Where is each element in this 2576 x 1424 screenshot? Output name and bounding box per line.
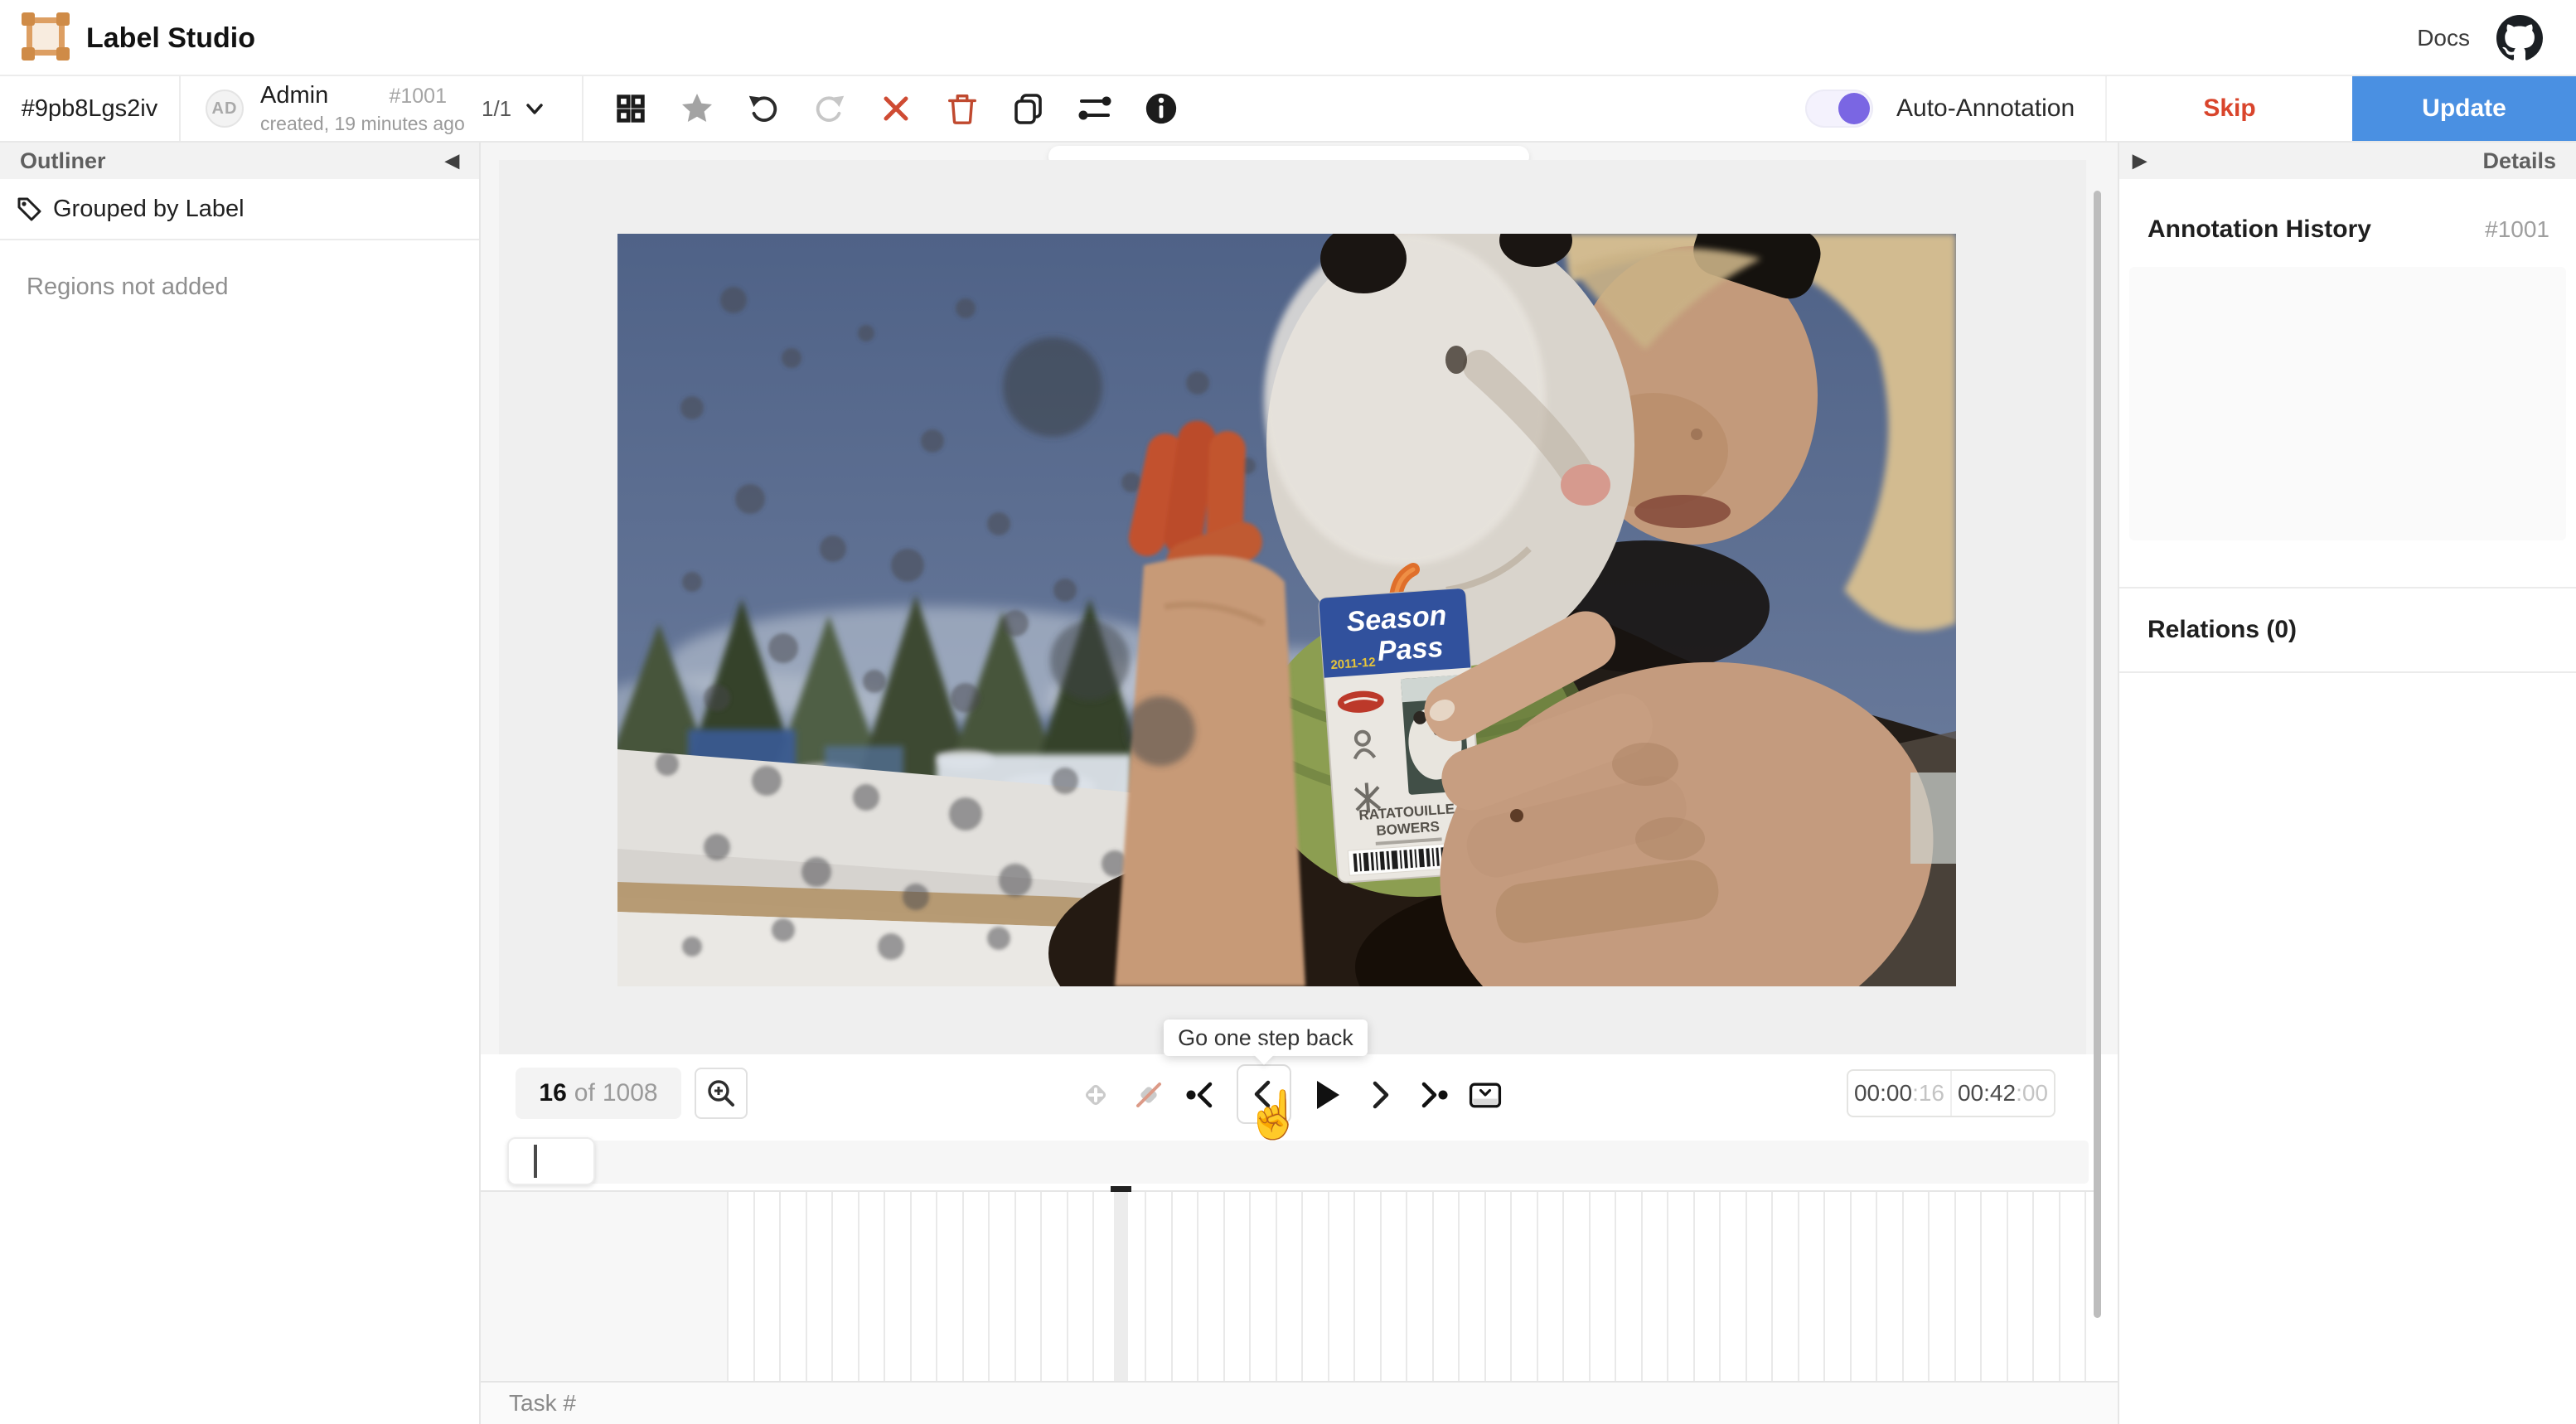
timeline-playhead-cap[interactable] <box>1111 1186 1131 1192</box>
current-time-main: 00:00 <box>1854 1080 1912 1107</box>
previous-keypoint-button[interactable] <box>1184 1072 1220 1118</box>
ground-truth-star-icon[interactable] <box>678 90 716 128</box>
play-button[interactable] <box>1308 1072 1344 1118</box>
timeline-playhead[interactable] <box>1114 1192 1128 1397</box>
step-forward-button[interactable] <box>1361 1072 1397 1118</box>
group-by-label-text: Grouped by Label <box>53 196 245 223</box>
reset-cross-icon[interactable] <box>877 90 915 128</box>
annotation-created: created, 19 minutes ago <box>260 113 447 135</box>
relations-settings-icon[interactable] <box>1076 90 1114 128</box>
app-title: Label Studio <box>86 0 255 76</box>
collapse-right-icon[interactable]: ▶ <box>2133 150 2147 172</box>
copy-duplicate-icon[interactable] <box>1010 90 1048 128</box>
vertical-scrollbar[interactable] <box>2094 191 2101 1318</box>
details-title: Details <box>2482 148 2556 174</box>
relations-section[interactable]: Relations (0) <box>2119 587 2576 673</box>
outliner-title: Outliner <box>20 148 106 174</box>
total-time-main: 00:42 <box>1958 1080 2016 1107</box>
task-number-label: Task # <box>509 1390 576 1417</box>
badge-pass-text: Pass <box>1377 632 1445 667</box>
annotation-actions-toolbar <box>583 76 1180 141</box>
auto-annotation-control: Auto-Annotation <box>1805 76 2075 141</box>
collapse-left-icon[interactable]: ◀ <box>445 150 459 172</box>
magnifier-plus-icon <box>705 1077 738 1110</box>
timeline-frame-grid[interactable] <box>727 1192 2099 1397</box>
frame-of: of <box>574 1079 595 1107</box>
undo-icon[interactable] <box>744 90 782 128</box>
annotator-name: Admin <box>260 82 328 109</box>
task-id: #9pb8Lgs2iv <box>0 76 181 141</box>
time-display: 00:00:16 00:42:00 <box>1847 1069 2055 1117</box>
annotation-history-title: Annotation History <box>2147 216 2371 244</box>
annotation-history-id: #1001 <box>2485 216 2549 243</box>
docs-link[interactable]: Docs <box>2417 0 2470 76</box>
annotation-meta: AD Admin #1001 created, 19 minutes ago 1… <box>181 76 583 141</box>
annotation-history-header[interactable]: Annotation History #1001 <box>2147 216 2549 244</box>
label-studio-app: Label Studio Docs #9pb8Lgs2iv AD Admin #… <box>0 0 2576 1424</box>
grid-view-icon[interactable] <box>612 90 650 128</box>
skip-button[interactable]: Skip <box>2105 76 2352 141</box>
add-keypoint-icon[interactable] <box>1077 1072 1114 1118</box>
tag-icon <box>15 195 43 223</box>
timeline-minimap-track[interactable] <box>507 1141 2089 1184</box>
group-by-label-selector[interactable]: Grouped by Label <box>0 179 479 240</box>
frame-current: 16 <box>539 1079 566 1107</box>
tooltip: Go one step back <box>1164 1020 1368 1056</box>
annotation-history-list <box>2129 267 2566 540</box>
auto-annotation-label: Auto-Annotation <box>1896 94 2075 123</box>
details-panel: ▶ Details Annotation History #1001 Relat… <box>2118 143 2576 1424</box>
outliner-panel: Outliner ◀ Grouped by Label Regions not … <box>0 143 481 1424</box>
chevron-down-icon <box>523 99 546 119</box>
label-studio-logo-icon <box>22 12 70 61</box>
playback-controls <box>1077 1068 1508 1122</box>
next-keypoint-button[interactable] <box>1414 1072 1450 1118</box>
video-frame[interactable]: Season Pass 2011-12 RATATOUILLE BOWERS <box>617 234 1956 986</box>
info-icon[interactable] <box>1142 90 1180 128</box>
annotation-pager[interactable]: 1/1 <box>482 96 546 122</box>
remove-keypoint-icon[interactable] <box>1131 1072 1167 1118</box>
redo-icon[interactable] <box>811 90 849 128</box>
frame-total: 1008 <box>603 1079 658 1107</box>
top-bar: Label Studio Docs <box>0 0 2576 76</box>
zoom-in-button[interactable] <box>695 1068 748 1119</box>
total-time: 00:42:00 <box>1952 1071 2054 1116</box>
frame-counter-input[interactable]: 16 of 1008 <box>516 1068 681 1119</box>
avatar: AD <box>206 90 244 128</box>
current-time: 00:00:16 <box>1848 1071 1950 1116</box>
regions-empty-message: Regions not added <box>27 274 479 301</box>
frames-panel-toggle-icon[interactable] <box>1467 1072 1503 1118</box>
current-time-frames: :16 <box>1912 1080 1944 1107</box>
delete-trash-icon[interactable] <box>943 90 981 128</box>
annotation-id: #1001 <box>389 85 447 109</box>
update-button[interactable]: Update <box>2352 76 2576 141</box>
auto-annotation-toggle[interactable] <box>1805 90 1873 128</box>
step-back-button[interactable] <box>1237 1064 1291 1124</box>
pager-count: 1/1 <box>482 96 511 122</box>
timeline-footer: Task # <box>481 1381 2118 1424</box>
timeline-minimap-handle[interactable] <box>507 1137 595 1185</box>
total-time-frames: :00 <box>2016 1080 2048 1107</box>
github-icon[interactable] <box>2496 15 2543 61</box>
timeline-left-gutter <box>481 1192 727 1397</box>
